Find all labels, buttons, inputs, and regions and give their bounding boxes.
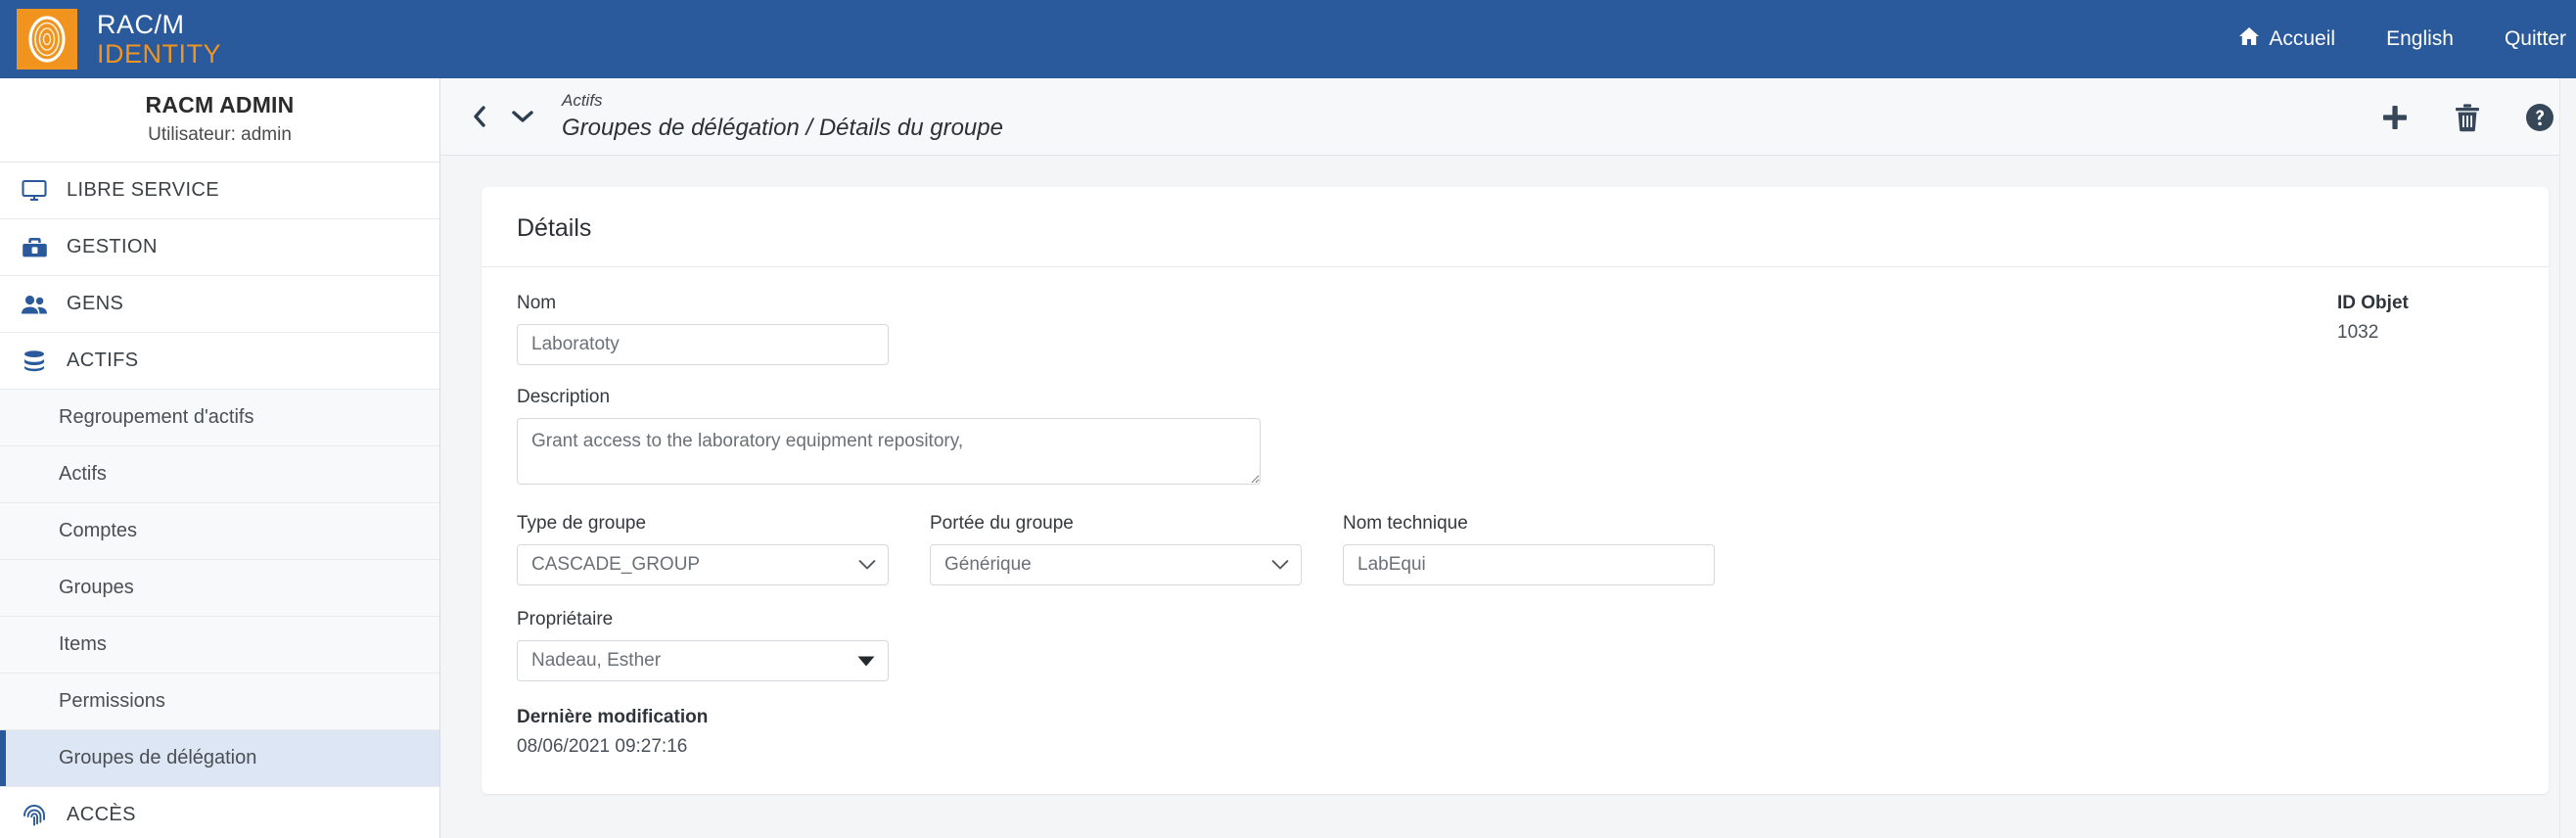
nav-quitter-label: Quitter bbox=[2504, 27, 2566, 50]
right-edge-strip bbox=[2559, 78, 2576, 838]
people-icon bbox=[20, 290, 49, 319]
nav-english-label: English bbox=[2386, 27, 2454, 50]
breadcrumb: Actifs Groupes de délégation / Détails d… bbox=[562, 90, 1003, 143]
breadcrumb-parent: Actifs bbox=[562, 90, 603, 110]
toolbox-icon bbox=[20, 233, 49, 262]
nav-english[interactable]: English bbox=[2386, 27, 2454, 51]
type-de-groupe-select[interactable]: CASCADE_GROUP bbox=[517, 544, 889, 585]
nav-accueil-label: Accueil bbox=[2269, 27, 2336, 50]
type-de-groupe-label: Type de groupe bbox=[517, 513, 647, 534]
chevron-down-icon[interactable] bbox=[511, 109, 534, 124]
sidebar-item-libre-service-label: LIBRE SERVICE bbox=[67, 179, 220, 201]
sidebar-subitem-groupes[interactable]: Groupes bbox=[0, 560, 439, 617]
sidebar-item-actifs-label: ACTIFS bbox=[67, 349, 139, 371]
main-content-area: Actifs Groupes de délégation / Détails d… bbox=[440, 78, 2576, 838]
sidebar-item-acces[interactable]: ACCÈS bbox=[0, 787, 439, 838]
proprietaire-select[interactable]: Nadeau, Esther bbox=[517, 640, 889, 681]
sidebar-item-acces-label: ACCÈS bbox=[67, 804, 136, 825]
chevron-left-icon[interactable] bbox=[472, 105, 487, 128]
page-title: Détails bbox=[517, 214, 592, 242]
logo-line-two: IDENTITY bbox=[97, 38, 222, 69]
sidebar-user-subtitle: Utilisateur: admin bbox=[148, 124, 292, 145]
nav-accueil[interactable]: Accueil bbox=[2238, 26, 2335, 52]
breadcrumb-current: Groupes de délégation / Détails du group… bbox=[562, 115, 1003, 142]
breadcrumb-action-buttons bbox=[2380, 78, 2554, 156]
portee-du-groupe-value: Générique bbox=[930, 544, 1302, 585]
sidebar-nav: LIBRE SERVICE GESTION GENS ACTIFS Regrou… bbox=[0, 163, 439, 838]
nom-field-group: Nom bbox=[517, 293, 889, 365]
type-de-groupe-field-group: Type de groupe CASCADE_GROUP bbox=[517, 513, 889, 585]
sidebar-item-libre-service[interactable]: LIBRE SERVICE bbox=[0, 163, 439, 219]
sidebar-subitem-comptes[interactable]: Comptes bbox=[0, 503, 439, 560]
sidebar-subitem-actifs-label: Actifs bbox=[59, 463, 107, 485]
details-card-body: ID Objet 1032 Nom Description bbox=[482, 267, 2549, 787]
monitor-icon bbox=[20, 176, 49, 206]
app-logo[interactable]: RAC/M IDENTITY bbox=[17, 9, 221, 70]
sidebar-subitem-actifs[interactable]: Actifs bbox=[0, 446, 439, 503]
delete-button[interactable] bbox=[2455, 103, 2480, 132]
portee-du-groupe-field-group: Portée du groupe Générique bbox=[930, 513, 1302, 585]
description-textarea[interactable] bbox=[517, 418, 1261, 485]
sidebar-subitem-permissions[interactable]: Permissions bbox=[0, 674, 439, 730]
sidebar-subitem-regroupement-dactifs[interactable]: Regroupement d'actifs bbox=[0, 390, 439, 446]
nom-technique-input[interactable] bbox=[1343, 544, 1715, 585]
sidebar-subitem-comptes-label: Comptes bbox=[59, 520, 138, 541]
sidebar-item-gens-label: GENS bbox=[67, 293, 124, 314]
left-sidebar: RACM ADMIN Utilisateur: admin LIBRE SERV… bbox=[0, 78, 440, 838]
app-body: RACM ADMIN Utilisateur: admin LIBRE SERV… bbox=[0, 78, 2576, 838]
fingerprint-icon bbox=[20, 801, 49, 830]
description-field-group: Description bbox=[517, 387, 1261, 489]
proprietaire-label: Propriétaire bbox=[517, 609, 614, 629]
sidebar-subitem-groupes-de-delegation[interactable]: Groupes de délégation bbox=[0, 730, 439, 787]
proprietaire-field-group: Propriétaire Nadeau, Esther bbox=[517, 609, 889, 681]
home-icon bbox=[2238, 26, 2260, 52]
top-header-bar: RAC/M IDENTITY Accueil English Quitter bbox=[0, 0, 2576, 78]
derniere-modification-label: Dernière modification bbox=[517, 707, 709, 727]
sidebar-subitem-permissions-label: Permissions bbox=[59, 690, 165, 712]
type-de-groupe-value: CASCADE_GROUP bbox=[517, 544, 889, 585]
nom-input[interactable] bbox=[517, 324, 889, 365]
logo-line-one: RAC/M bbox=[97, 9, 185, 39]
nom-row: Nom bbox=[517, 293, 2513, 365]
sidebar-item-gestion[interactable]: GESTION bbox=[0, 219, 439, 276]
top-navigation: Accueil English Quitter bbox=[2238, 0, 2576, 78]
portee-du-groupe-select[interactable]: Générique bbox=[930, 544, 1302, 585]
fingerprint-logo-icon bbox=[17, 9, 77, 70]
derniere-modification-value: 08/06/2021 09:27:16 bbox=[517, 736, 688, 757]
portee-du-groupe-label: Portée du groupe bbox=[930, 513, 1074, 534]
sidebar-user-name: RACM ADMIN bbox=[145, 92, 295, 117]
id-objet-block: ID Objet 1032 bbox=[2337, 293, 2513, 344]
details-card-header: Détails bbox=[482, 187, 2549, 267]
sidebar-item-gestion-label: GESTION bbox=[67, 236, 158, 257]
sidebar-subitem-groupes-de-delegation-label: Groupes de délégation bbox=[59, 747, 257, 768]
nom-technique-label: Nom technique bbox=[1343, 513, 1468, 534]
derniere-modification-block: Dernière modification 08/06/2021 09:27:1… bbox=[517, 707, 2513, 758]
nom-technique-field-group: Nom technique bbox=[1343, 513, 1715, 585]
breadcrumb-bar: Actifs Groupes de délégation / Détails d… bbox=[440, 78, 2576, 156]
content-scroll-area: Détails ID Objet 1032 Nom Laboratoty Des… bbox=[440, 156, 2576, 838]
sidebar-subitem-items-label: Items bbox=[59, 633, 107, 655]
database-icon bbox=[20, 347, 49, 376]
description-label: Description bbox=[517, 387, 611, 407]
sidebar-user-block: RACM ADMIN Utilisateur: admin bbox=[0, 78, 439, 163]
help-button[interactable] bbox=[2525, 103, 2554, 132]
sidebar-item-actifs[interactable]: ACTIFS bbox=[0, 333, 439, 390]
application-window: RAC/M IDENTITY Accueil English Quitter R… bbox=[0, 0, 2576, 838]
breadcrumb-navigation bbox=[472, 105, 534, 128]
proprietaire-value: Nadeau, Esther bbox=[517, 640, 889, 681]
nom-label: Nom bbox=[517, 293, 557, 313]
logo-wordmark: RAC/M IDENTITY bbox=[97, 9, 222, 69]
id-objet-label: ID Objet bbox=[2337, 293, 2409, 313]
sidebar-subitem-items[interactable]: Items bbox=[0, 617, 439, 674]
sidebar-subitem-groupes-label: Groupes bbox=[59, 577, 134, 598]
nav-quitter[interactable]: Quitter bbox=[2505, 27, 2566, 51]
id-objet-value: 1032 bbox=[2337, 322, 2379, 343]
sidebar-item-gens[interactable]: GENS bbox=[0, 276, 439, 333]
sidebar-subitem-regroupement-dactifs-label: Regroupement d'actifs bbox=[59, 406, 254, 428]
details-card: Détails ID Objet 1032 Nom Laboratoty Des… bbox=[482, 187, 2549, 794]
add-button[interactable] bbox=[2380, 103, 2410, 132]
group-attributes-row: Type de groupe CASCADE_GROUP Portée du g… bbox=[517, 513, 2513, 585]
